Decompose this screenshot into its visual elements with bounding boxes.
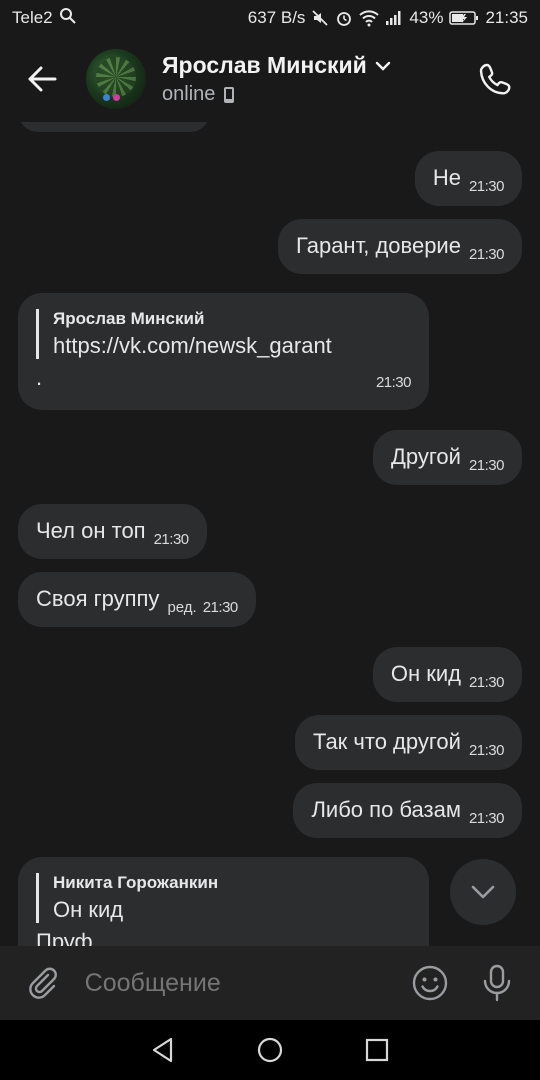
call-button[interactable] (470, 53, 522, 105)
message-time: 21:30 (468, 246, 505, 263)
message-time: 21:30 (202, 599, 239, 616)
square-recents-icon (365, 1038, 388, 1062)
message-bubble-out[interactable]: Либо по базам 21:30 (293, 783, 522, 838)
reply-author: Никита Горожанкин (53, 873, 219, 892)
message-bubble-in-reply[interactable]: Никита Горожанкин Он кид Пруф (18, 857, 429, 946)
voice-message-button[interactable] (473, 959, 520, 1007)
message-text: Так что другой (313, 729, 461, 754)
message-text: Гарант, доверие (296, 233, 461, 258)
message-time: 21:30 (468, 742, 505, 759)
back-arrow-icon (28, 66, 57, 92)
back-button[interactable] (18, 55, 66, 103)
battery-icon (449, 10, 479, 26)
clock: 21:35 (485, 8, 528, 27)
message-bubble-out[interactable]: Не 21:30 (414, 151, 522, 206)
message-bubble-in[interactable]: Своя группу ред. 21:30 (18, 572, 256, 627)
carrier-label: Tele2 (12, 8, 53, 27)
avatar[interactable] (86, 49, 146, 109)
nav-home-button[interactable] (250, 1030, 290, 1070)
microphone-icon (483, 964, 510, 1002)
wifi-icon (359, 9, 380, 27)
message-text: . (36, 365, 43, 390)
message-list[interactable]: Не 21:30 Гарант, доверие 21:30 Ярослав Мин… (0, 122, 540, 946)
mute-icon (311, 9, 329, 27)
message-time: 21:30 (468, 674, 505, 691)
message-time: 21:30 (468, 810, 505, 827)
paperclip-icon (29, 967, 58, 999)
alarm-icon (335, 9, 353, 27)
message-text: Не (432, 165, 461, 190)
triangle-back-icon (153, 1037, 173, 1063)
scroll-to-bottom-button[interactable] (450, 859, 516, 925)
chevron-down-icon (471, 885, 495, 899)
message-time: 21:30 (468, 457, 505, 474)
contact-status: online (162, 83, 216, 105)
message-composer (0, 946, 540, 1020)
message-time: 21:30 (153, 531, 190, 548)
chat-title-block[interactable]: Ярослав Минский online (162, 52, 470, 106)
message-text: Чел он топ (36, 518, 146, 543)
message-time: 21:30 (375, 374, 412, 391)
attach-button[interactable] (20, 959, 67, 1007)
network-speed: 637 B/s (247, 8, 306, 27)
avatar-badge-blue (103, 94, 110, 101)
reply-text: https://vk.com/newsk_garant (53, 333, 332, 358)
contact-name: Ярослав Минский (162, 52, 367, 78)
message-bubble-out[interactable]: Он кид 21:30 (372, 647, 522, 702)
message-bubble-in-reply[interactable]: Ярослав Минский https://vk.com/newsk_gar… (18, 293, 429, 410)
chat-header: Ярослав Минский online (0, 36, 540, 122)
circle-home-icon (257, 1037, 283, 1063)
signal-icon (385, 10, 403, 26)
edited-label: ред. (167, 599, 197, 616)
message-time: 21:30 (468, 178, 505, 195)
message-bubble-out[interactable]: Гарант, доверие 21:30 (278, 219, 522, 274)
message-bubble-in[interactable]: Чел он топ 21:30 (18, 504, 207, 559)
system-navigation-bar (0, 1020, 540, 1080)
message-bubble-out[interactable]: Другой 21:30 (373, 430, 522, 485)
mobile-device-icon (224, 86, 235, 103)
nav-recents-button[interactable] (357, 1030, 397, 1070)
message-text: Он кид (390, 661, 461, 686)
message-text: Пруф (36, 929, 93, 946)
reply-quote[interactable]: Ярослав Минский https://vk.com/newsk_gar… (36, 309, 411, 359)
reply-author: Ярослав Минский (53, 309, 205, 328)
nav-back-button[interactable] (143, 1030, 183, 1070)
message-bubble-partial (18, 122, 210, 132)
avatar-badge-pink (113, 94, 120, 101)
message-bubble-out[interactable]: Так что другой 21:30 (295, 715, 522, 770)
phone-icon (479, 63, 511, 95)
message-text: Либо по базам (311, 797, 461, 822)
smiley-icon (412, 965, 448, 1001)
reply-text: Он кид (53, 897, 124, 922)
emoji-button[interactable] (407, 959, 454, 1007)
reply-quote[interactable]: Никита Горожанкин Он кид (36, 873, 411, 923)
message-text: Своя группу (36, 586, 160, 611)
message-input[interactable] (84, 968, 407, 998)
status-bar: Tele2 637 B/s 43% 21:35 (0, 0, 540, 36)
chevron-down-icon (375, 61, 391, 71)
message-text: Другой (391, 444, 461, 469)
search-icon (59, 7, 77, 30)
battery-percent: 43% (409, 8, 444, 27)
